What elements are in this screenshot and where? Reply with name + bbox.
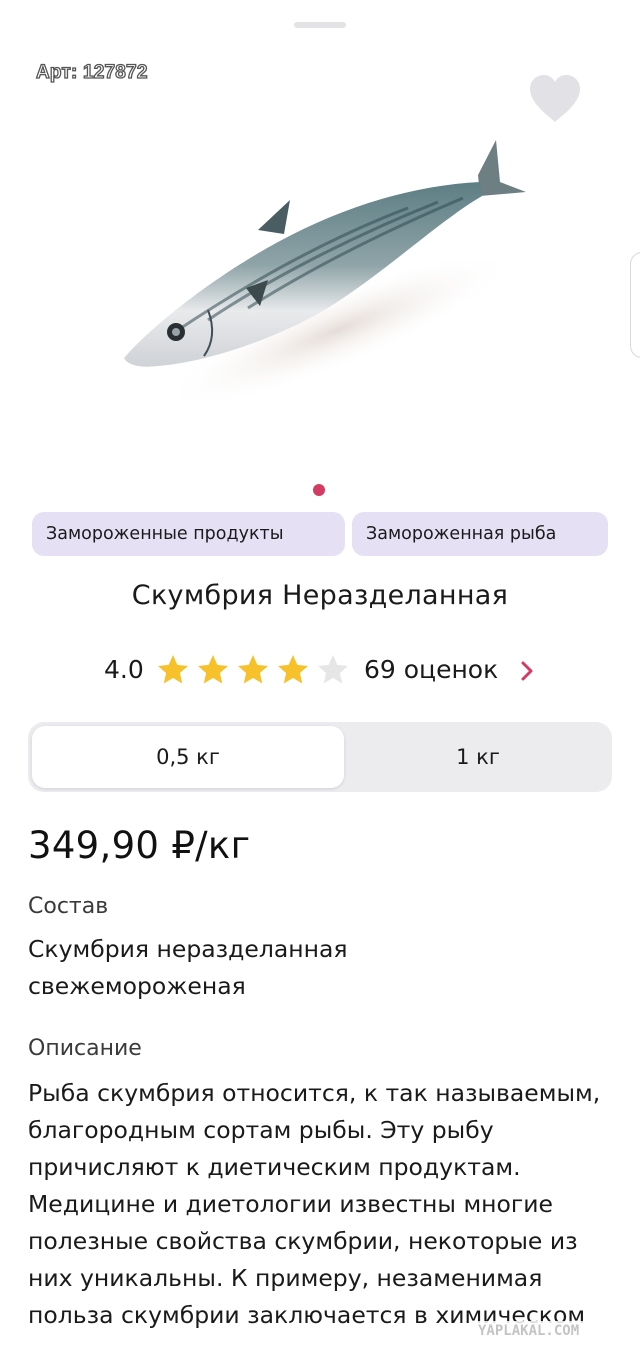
heart-icon	[530, 75, 580, 122]
weight-option-0-5kg[interactable]: 0,5 кг	[32, 726, 344, 788]
side-panel-handle[interactable]	[630, 252, 640, 358]
composition-text: Скумбрия неразделанная свежемороженая	[28, 935, 348, 1000]
weight-selector: 0,5 кг 1 кг	[28, 722, 612, 792]
product-title: Скумбрия Неразделанная	[131, 580, 509, 611]
category-chip-frozen-fish[interactable]: Замороженная рыба	[352, 512, 608, 556]
chevron-right-icon[interactable]	[520, 660, 534, 682]
description-text: Рыба скумбрия относится, к так называемы…	[28, 1079, 601, 1329]
rating-count[interactable]: 69 оценок	[364, 655, 498, 684]
star-icon	[198, 655, 228, 684]
star-icon	[238, 655, 268, 684]
star-icon	[158, 655, 188, 684]
composition-label: Состав	[28, 894, 109, 919]
sheet-grabber[interactable]	[294, 22, 346, 28]
product-page: Арт: 127872 Замороженные продукты Заморо…	[0, 0, 640, 1361]
price: 349,90 ₽/кг	[28, 824, 251, 867]
weight-option-1kg[interactable]: 1 кг	[348, 726, 608, 788]
carousel-indicator[interactable]	[313, 484, 325, 496]
category-chip-frozen-products[interactable]: Замороженные продукты	[32, 512, 345, 556]
favorite-button[interactable]	[526, 72, 584, 126]
star-empty-icon	[318, 655, 348, 684]
description-label: Описание	[28, 1036, 142, 1061]
sku-label: Арт: 127872	[35, 61, 148, 83]
mackerel-image	[124, 140, 526, 410]
watermark: YAPLAKAL.COM	[474, 1321, 584, 1341]
rating-value: 4.0	[104, 655, 144, 684]
star-icon	[278, 655, 308, 684]
product-image[interactable]	[118, 130, 528, 428]
